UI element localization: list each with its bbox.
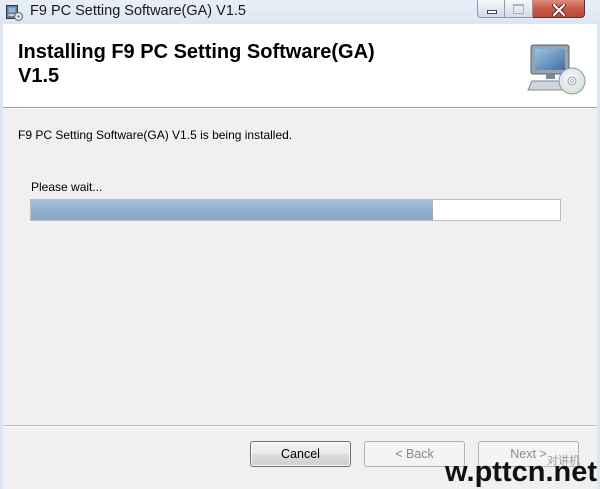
title-bar[interactable]: F9 PC Setting Software(GA) V1.5: [0, 0, 600, 24]
footer-divider: [3, 425, 597, 427]
header-divider: [3, 107, 597, 109]
close-button[interactable]: [533, 0, 585, 18]
installer-icon: [4, 2, 24, 22]
page-title: Installing F9 PC Setting Software(GA) V1…: [18, 41, 375, 87]
close-icon: [552, 3, 566, 17]
progress-fill: [31, 200, 434, 220]
maximize-icon: [513, 4, 524, 14]
minimize-button[interactable]: [477, 0, 505, 18]
cancel-button[interactable]: Cancel: [250, 441, 351, 467]
maximize-button[interactable]: [505, 0, 533, 18]
window-title: F9 PC Setting Software(GA) V1.5: [30, 3, 246, 19]
install-status-text: F9 PC Setting Software(GA) V1.5 is being…: [18, 128, 293, 142]
computer-disc-icon: [527, 40, 587, 100]
wait-label: Please wait...: [31, 180, 103, 194]
watermark-site: w.pttcn.net: [445, 456, 597, 488]
installer-window: F9 PC Setting Software(GA) V1.5 Installi…: [0, 0, 600, 489]
progress-bar: [30, 199, 561, 221]
minimize-icon: [487, 10, 497, 14]
